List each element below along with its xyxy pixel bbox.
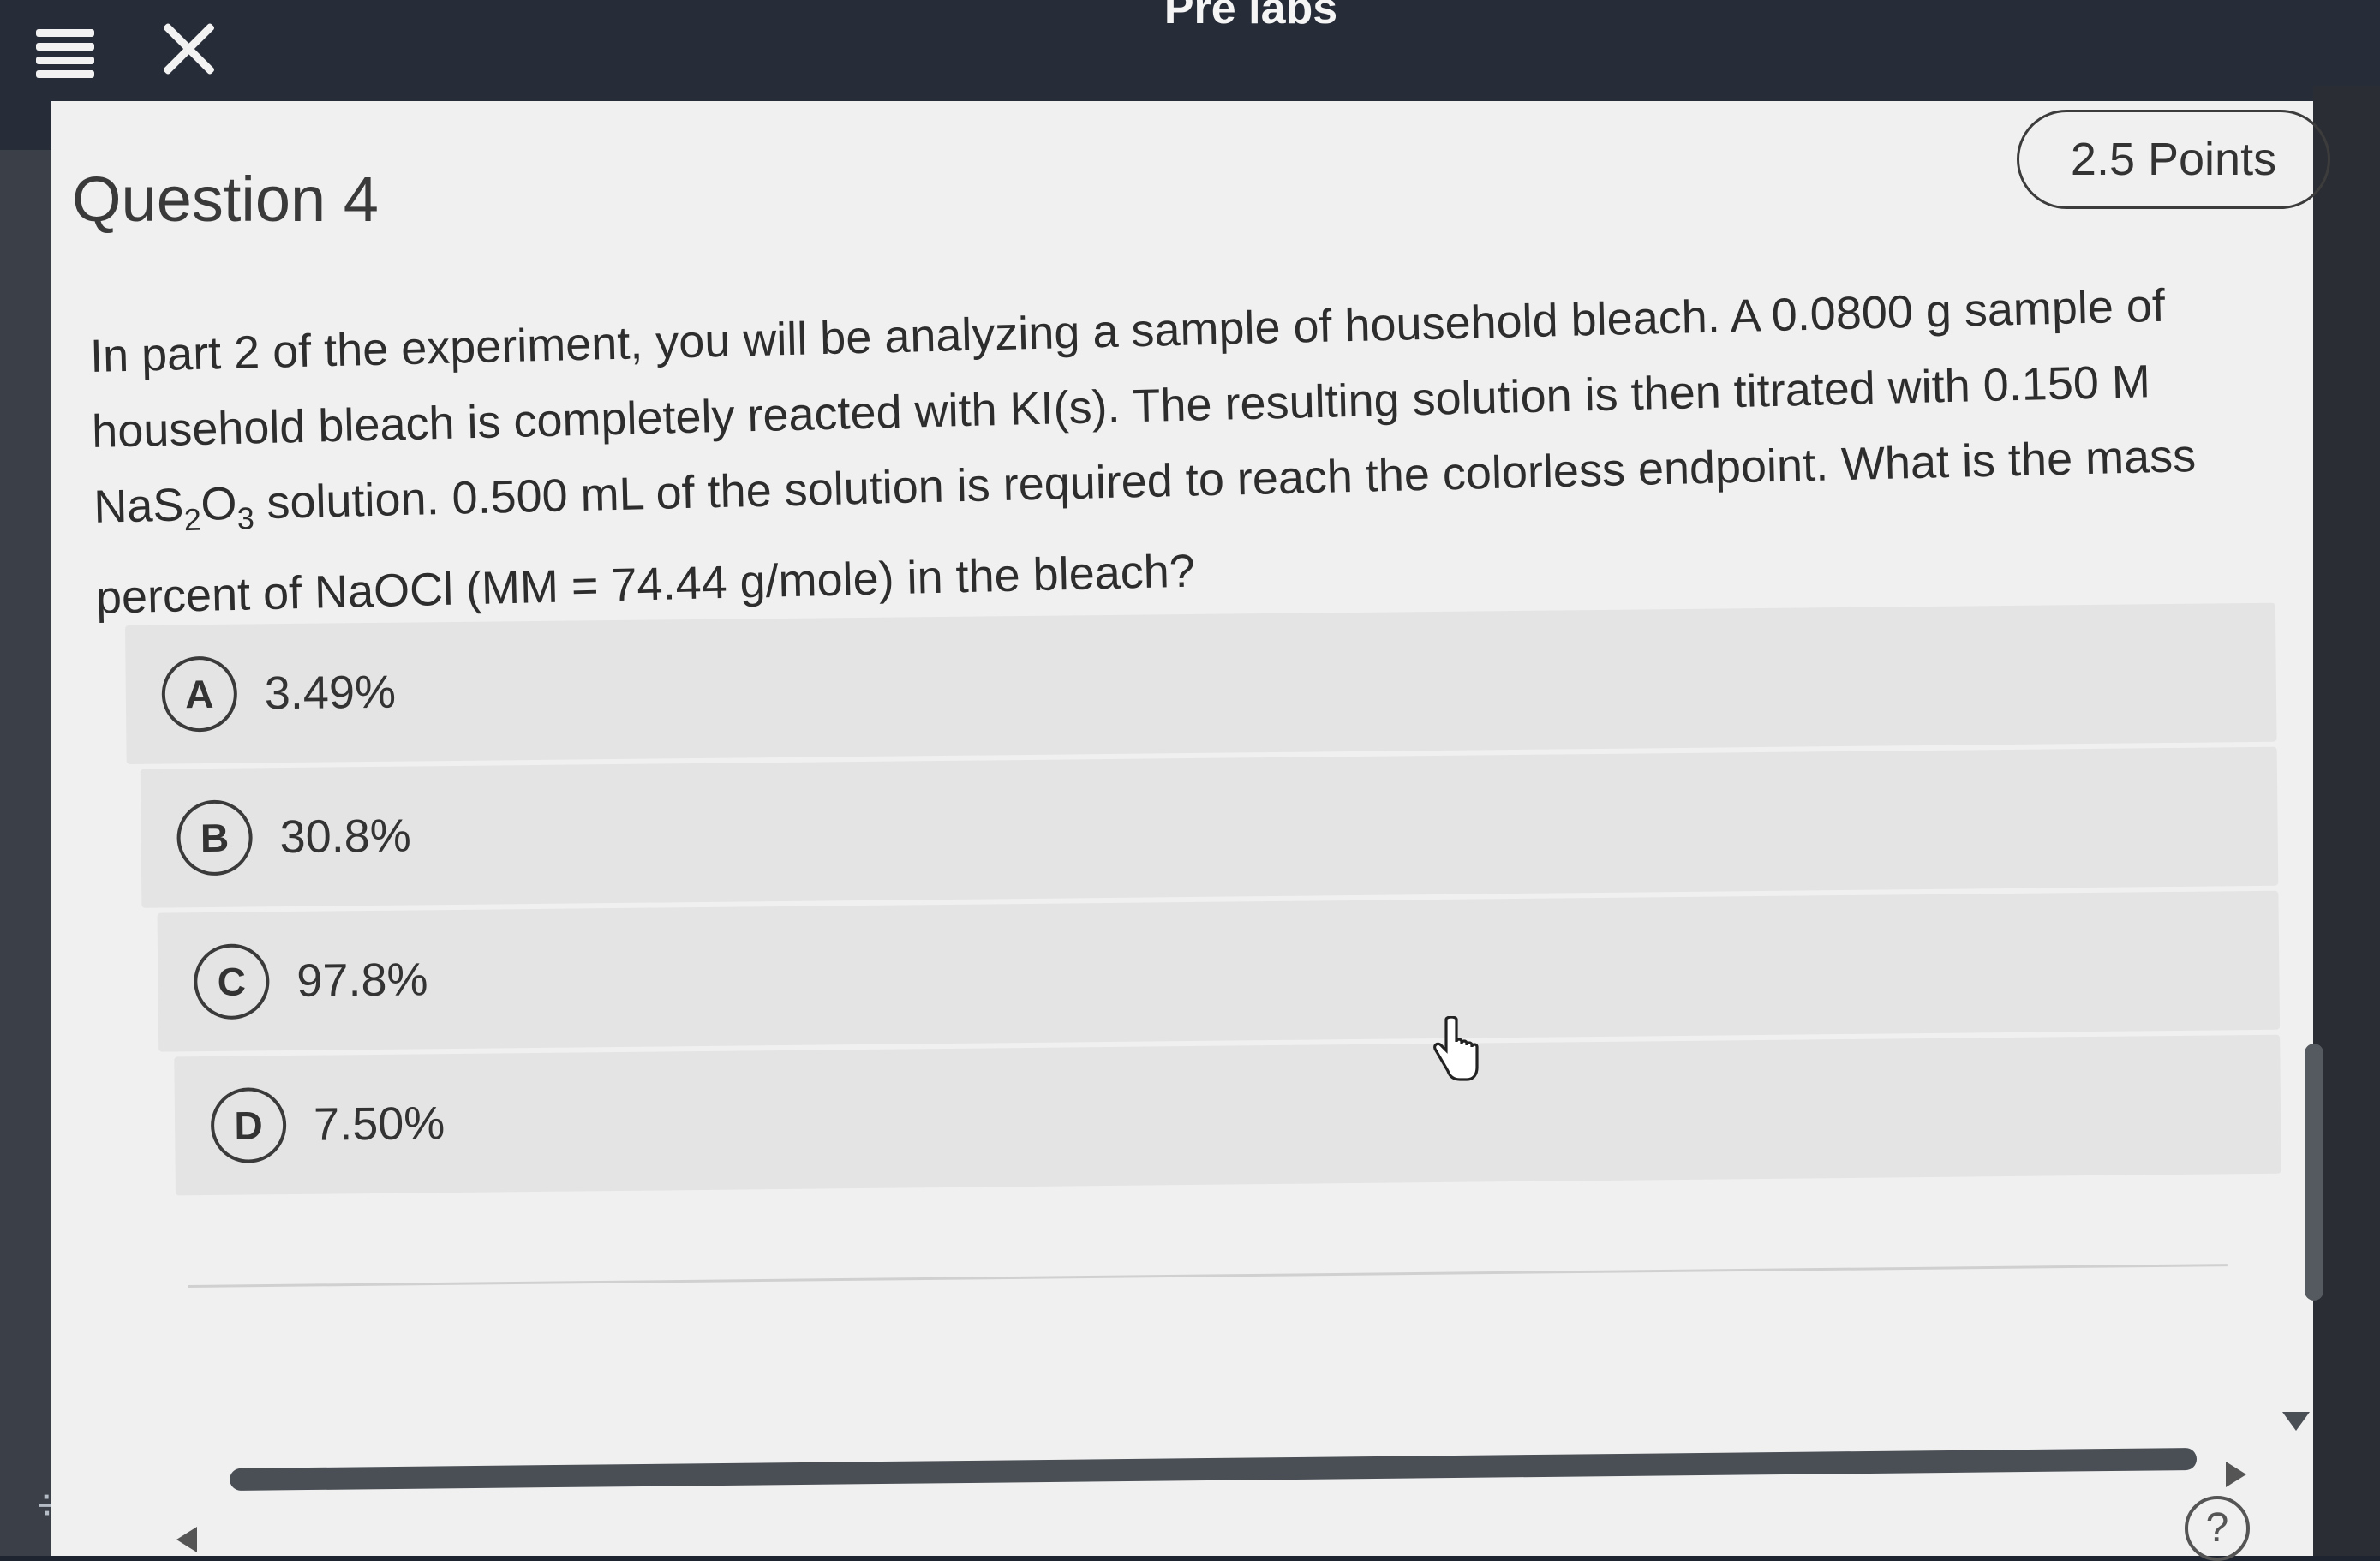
choice-letter-c: C: [193, 943, 270, 1020]
help-button[interactable]: ?: [2185, 1496, 2250, 1561]
choice-letter-a: A: [161, 655, 238, 733]
close-icon[interactable]: [159, 19, 219, 79]
choice-value-a: 3.49%: [264, 666, 397, 720]
app-title: Pre labs: [1163, 0, 1338, 33]
points-badge: 2.5 Points: [2017, 110, 2330, 209]
choice-letter-d: D: [210, 1087, 287, 1163]
choice-letter-b: B: [176, 799, 254, 876]
scroll-left-arrow-icon[interactable]: [176, 1527, 197, 1552]
hamburger-menu-icon[interactable]: [36, 29, 98, 82]
subscript-3: 3: [236, 500, 255, 536]
choice-value-c: 97.8%: [296, 954, 428, 1007]
choice-value-b: 30.8%: [279, 810, 412, 864]
choice-d[interactable]: D 7.50%: [174, 1034, 2281, 1196]
left-rail: [0, 150, 51, 1556]
vertical-scrollbar[interactable]: [2305, 1044, 2323, 1301]
scroll-down-arrow-icon[interactable]: [2282, 1412, 2310, 1431]
choice-b[interactable]: B 30.8%: [140, 746, 2279, 908]
answer-choices: A 3.49% B 30.8% C 97.8% D 7.50%: [125, 602, 2281, 1201]
choice-c[interactable]: C 97.8%: [157, 890, 2281, 1052]
window-edge: [2313, 86, 2380, 1556]
scroll-right-arrow-icon[interactable]: [2226, 1462, 2246, 1487]
choice-value-d: 7.50%: [313, 1097, 446, 1151]
hand-pointer-cursor-icon: [1433, 1016, 1479, 1081]
question-text: In part 2 of the experiment, you will be…: [89, 266, 2238, 636]
choice-a[interactable]: A 3.49%: [125, 602, 2277, 764]
subscript-2: 2: [183, 501, 202, 538]
question-text-part2: O: [200, 477, 238, 530]
question-title: Question 4: [72, 164, 379, 235]
